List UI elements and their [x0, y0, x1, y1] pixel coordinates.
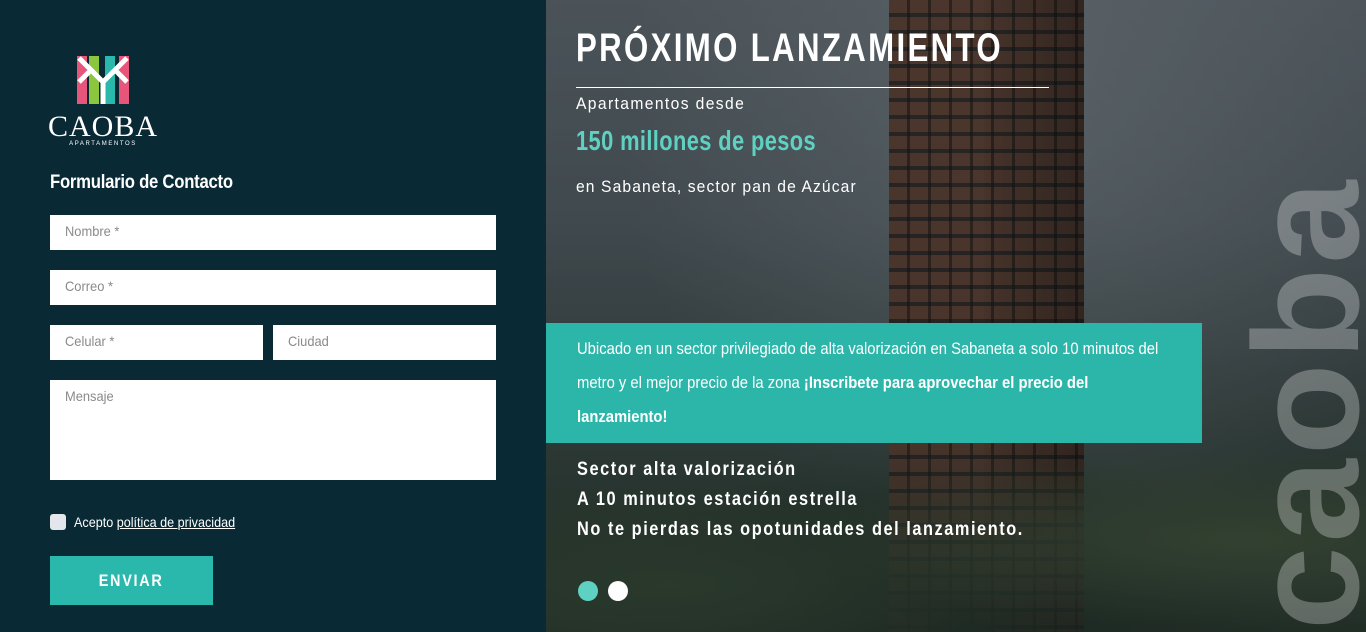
- slider-dots: [578, 581, 628, 601]
- feature-item: A 10 minutos estación estrella: [577, 489, 859, 510]
- hero-banner: caoba PRÓXIMO LANZAMIENTO Apartamentos d…: [546, 0, 1366, 632]
- title-divider: [576, 87, 1049, 88]
- submit-button[interactable]: ENVIAR: [50, 556, 213, 605]
- promo-text: Ubicado en un sector privilegiado de alt…: [577, 332, 1169, 434]
- landing-page: CAOBA APARTAMENTOS Formulario de Contact…: [0, 0, 1366, 632]
- privacy-policy-link[interactable]: política de privacidad: [117, 514, 235, 530]
- logo-mark-icon: [77, 56, 129, 104]
- hero-title: PRÓXIMO LANZAMIENTO: [576, 26, 1003, 70]
- message-placeholder: Mensaje: [65, 388, 114, 404]
- feature-list: Sector alta valorización A 10 minutos es…: [577, 455, 1097, 545]
- phone-input[interactable]: Celular *: [50, 325, 263, 360]
- submit-label: ENVIAR: [99, 570, 164, 590]
- feature-item: No te pierdas las opotunidades del lanza…: [577, 519, 1024, 540]
- city-placeholder: Ciudad: [288, 333, 329, 349]
- slider-dot-1[interactable]: [578, 581, 598, 601]
- hero-subtitle: Apartamentos desde: [576, 94, 746, 113]
- logo-tagline: APARTAMENTOS: [69, 141, 137, 147]
- hero-price: 150 millones de pesos: [576, 125, 817, 156]
- name-placeholder: Nombre *: [65, 223, 120, 239]
- contact-panel: CAOBA APARTAMENTOS Formulario de Contact…: [0, 0, 546, 632]
- slider-dot-2[interactable]: [608, 581, 628, 601]
- privacy-consent: Acepto política de privacidad: [50, 514, 253, 530]
- city-input[interactable]: Ciudad: [273, 325, 496, 360]
- hero-location: en Sabaneta, sector pan de Azúcar: [576, 177, 857, 196]
- promo-band: Ubicado en un sector privilegiado de alt…: [546, 323, 1202, 443]
- message-textarea[interactable]: Mensaje: [50, 380, 496, 480]
- email-placeholder: Correo *: [65, 278, 113, 294]
- logo-wordmark: CAOBA: [47, 110, 158, 143]
- brand-watermark: caoba: [1222, 176, 1366, 630]
- email-input[interactable]: Correo *: [50, 270, 496, 305]
- form-title: Formulario de Contacto: [50, 172, 233, 193]
- feature-item: Sector alta valorización: [577, 459, 797, 480]
- privacy-checkbox[interactable]: [50, 514, 66, 530]
- privacy-text: Acepto política de privacidad: [74, 514, 235, 530]
- privacy-prefix: Acepto: [74, 514, 114, 530]
- name-input[interactable]: Nombre *: [50, 215, 496, 250]
- caoba-logo[interactable]: CAOBA APARTAMENTOS: [46, 52, 166, 152]
- phone-placeholder: Celular *: [65, 333, 115, 349]
